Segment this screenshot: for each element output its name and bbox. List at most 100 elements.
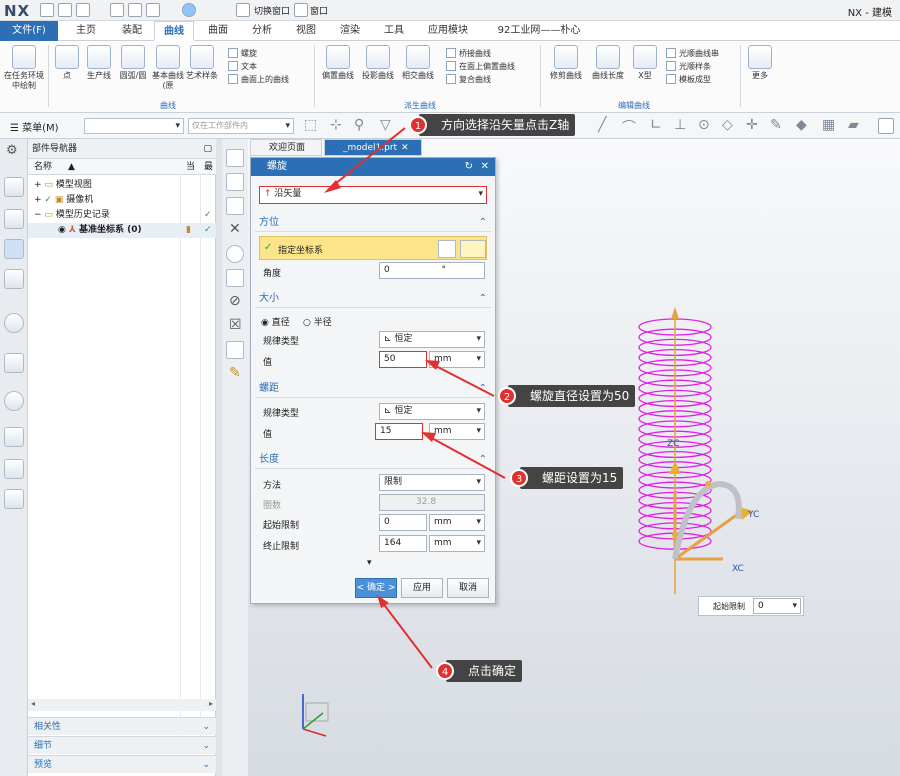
arc-circle-button[interactable]: 圆弧/圆 (116, 45, 150, 81)
tree-item-model-history[interactable]: − ▭ 模型历史记录 ✓ (28, 208, 216, 223)
globe-icon[interactable] (182, 3, 196, 17)
basic-curve-button[interactable]: 基本曲线 (原 (152, 45, 184, 91)
horizontal-scrollbar[interactable]: ◂ ▸ (28, 699, 216, 711)
radius-radio[interactable]: ○ 半径 (303, 315, 332, 328)
csys-dropdown-icon[interactable] (460, 240, 486, 258)
tab-application[interactable]: 应用模块 (420, 21, 476, 41)
section-length[interactable]: 长度 ⌃ (255, 451, 491, 469)
text-button[interactable]: 文本 (228, 60, 294, 73)
center-icon[interactable]: ⊙ (698, 117, 710, 133)
csys-dialog-icon[interactable] (438, 240, 456, 258)
bridge-curve-button[interactable]: 桥接曲线 (446, 47, 526, 60)
gear-icon[interactable]: ⚙ (6, 143, 18, 158)
smooth-spline-button[interactable]: 光顺样条 (666, 60, 730, 73)
smooth-curve-string-button[interactable]: 光顺曲线串 (666, 47, 730, 60)
type-select[interactable]: ↑ 沿矢量 (259, 186, 487, 204)
eye-icon[interactable]: ◉ (58, 225, 66, 235)
end-limit-input[interactable]: 164 (379, 535, 427, 552)
collapse-icon[interactable]: ⌃ (479, 451, 487, 469)
start-limit-onscreen-input[interactable]: 0 (753, 598, 801, 614)
shaded-icon[interactable] (226, 149, 244, 167)
tab-tools[interactable]: 工具 (374, 21, 414, 41)
assembly-navigator-icon[interactable] (4, 177, 24, 197)
section-orientation[interactable]: 方位 ⌃ (255, 214, 491, 232)
pen-icon[interactable]: ✎ (770, 117, 782, 133)
tree-item-camera[interactable]: + ✓ ▣ 摄像机 (28, 193, 216, 208)
offset-in-face-button[interactable]: 在面上偏置曲线 (446, 60, 526, 73)
collapse-icon[interactable]: ⌃ (479, 214, 487, 232)
tangent-icon[interactable]: ∟ (650, 117, 662, 133)
template-shape-button[interactable]: 模板成型 (666, 73, 730, 86)
redo-icon[interactable] (76, 3, 90, 17)
diameter-radio[interactable]: ◉ 直径 (261, 315, 290, 328)
tab-assembly[interactable]: 装配 (112, 21, 152, 41)
constraint-navigator-icon[interactable] (4, 209, 24, 229)
quadrant-icon[interactable]: ◇ (722, 117, 733, 133)
filter-icon[interactable]: ⚲ (354, 117, 364, 133)
angle-input[interactable]: 0 ° (379, 262, 485, 279)
section-icon[interactable] (226, 269, 244, 287)
trim-curve-button[interactable]: 修剪曲线 (546, 45, 586, 81)
studio-spline-button[interactable]: 艺术样条 (186, 45, 218, 81)
menu-button[interactable]: ☰ 菜单(M) (10, 119, 59, 134)
sort-icon[interactable]: ▲ (68, 159, 75, 175)
window-menu[interactable]: 窗口 (310, 4, 328, 17)
hd3d-icon[interactable] (4, 313, 24, 333)
perpendicular-icon[interactable]: ⊥ (674, 117, 686, 133)
end-unit-select[interactable]: mm (429, 535, 485, 552)
wireframe-icon[interactable] (226, 173, 244, 191)
offset-curve-button[interactable]: 偏置曲线 (320, 45, 356, 81)
collapse-icon[interactable]: ⌃ (479, 290, 487, 308)
panel-details[interactable]: 细节 ⌄ (28, 736, 216, 754)
line-button[interactable]: 生产线 (84, 45, 114, 81)
system-scene-icon[interactable] (4, 489, 24, 509)
maximize-icon[interactable]: ▢ (203, 139, 212, 159)
tab-view[interactable]: 视图 (286, 21, 326, 41)
roles-icon[interactable] (4, 459, 24, 479)
window-icon[interactable] (294, 3, 308, 17)
cut-icon[interactable] (110, 3, 124, 17)
curve-on-surface-button[interactable]: 曲面上的曲线 (228, 73, 294, 86)
pitch-law-select[interactable]: ⊾ 恒定 (379, 403, 485, 420)
crosshair-icon[interactable]: ✛ (746, 117, 758, 133)
intersection-curve-button[interactable]: 相交曲线 (400, 45, 436, 81)
ok-button[interactable]: < 确定 > (355, 578, 397, 598)
tab-92-industry[interactable]: 92工业网——朴心 (484, 21, 594, 41)
apply-button[interactable]: 应用 (401, 578, 443, 598)
close-icon[interactable]: ✕ (481, 158, 489, 176)
reset-icon[interactable]: ↻ (465, 158, 473, 176)
helix-button[interactable]: 螺旋 (228, 47, 294, 60)
gizmo-handle[interactable] (705, 481, 711, 487)
pitch-input[interactable]: 15 (375, 423, 423, 440)
tree-item-datum-csys[interactable]: ◉ ⅄ 基准坐标系 (0) ▮ ✓ (28, 223, 216, 238)
diameter-input[interactable]: 50 (379, 351, 427, 368)
add-view-icon[interactable] (226, 341, 244, 359)
point-button[interactable]: 点 (52, 45, 82, 81)
shaded-edges-icon[interactable] (226, 197, 244, 215)
save-icon[interactable] (40, 3, 54, 17)
copy-icon[interactable] (128, 3, 142, 17)
layer-icon[interactable]: ▰ (848, 117, 859, 133)
tab-file[interactable]: 文件(F) (0, 21, 58, 41)
method-select[interactable]: 限制 (379, 474, 485, 491)
more-button[interactable]: 更多 (746, 45, 774, 81)
tab-render[interactable]: 渲染 (330, 21, 370, 41)
pitch-unit-select[interactable]: mm (429, 423, 485, 440)
diameter-unit-select[interactable]: mm (429, 351, 485, 368)
sketch-in-task-button[interactable]: 在任务环境中绘制 (4, 45, 44, 91)
specify-csys-row[interactable]: ✓ 指定坐标系 (259, 236, 487, 260)
paste-icon[interactable] (146, 3, 160, 17)
start-limit-input[interactable]: 0 (379, 514, 427, 531)
tab-curve[interactable]: 曲线 (154, 21, 194, 41)
line-snap-icon[interactable]: ╱ (598, 117, 606, 133)
expand-icon[interactable]: + (34, 195, 42, 205)
cancel-button[interactable]: 取消 (447, 578, 489, 598)
curve-snap-icon[interactable]: ⌒ (622, 117, 636, 137)
more-options-icon[interactable]: ▾ (367, 558, 372, 568)
tab-home[interactable]: 主页 (66, 21, 106, 41)
collapse-icon[interactable]: − (34, 210, 42, 220)
scope-filter-combo[interactable]: 仅在工作部件内 (188, 118, 294, 134)
face-icon[interactable]: ◆ (796, 117, 807, 133)
column-latest[interactable]: 最 (204, 159, 213, 175)
undo-icon[interactable] (58, 3, 72, 17)
